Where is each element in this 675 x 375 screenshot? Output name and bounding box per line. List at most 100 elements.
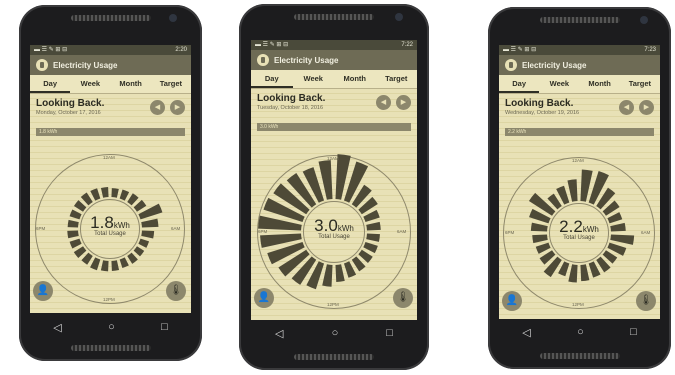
total-usage-label: Total Usage bbox=[563, 235, 595, 241]
total-usage-value: 3.0 bbox=[314, 216, 338, 235]
app-title-bar: Electricity Usage bbox=[30, 55, 191, 75]
phone-1: ▬ ☰ ✎ ⊞ ⊟ 2:20 Electricity Usage Day Wee… bbox=[19, 5, 202, 361]
home-icon[interactable]: ○ bbox=[108, 321, 115, 333]
thermometer-button[interactable]: 🌡 bbox=[393, 288, 413, 308]
label-12am: 12AM bbox=[327, 156, 339, 161]
app-logo-icon bbox=[36, 59, 48, 71]
tab-month[interactable]: Month bbox=[580, 75, 620, 93]
home-icon[interactable]: ○ bbox=[332, 327, 339, 339]
header: Looking Back. Tuesday, October 18, 2016 … bbox=[251, 89, 417, 121]
period-tabs: Day Week Month Target bbox=[499, 75, 660, 94]
status-bar: ▬ ☰ ✎ ⊞ ⊟ 2:20 bbox=[30, 45, 191, 55]
radial-usage-chart: 12AM 6AM 12PM 6PM 2.2kWh Total Usage 👤 🌡 bbox=[499, 151, 660, 317]
notification-icons: ▬ ☰ ✎ ⊞ ⊟ bbox=[255, 42, 289, 48]
back-icon[interactable]: ◁ bbox=[275, 327, 283, 340]
recents-icon[interactable]: □ bbox=[161, 321, 168, 333]
recents-icon[interactable]: □ bbox=[386, 327, 393, 339]
hour-bar-12 bbox=[100, 260, 109, 272]
previous-day-button[interactable]: ◀ bbox=[376, 95, 391, 110]
hour-bar-7 bbox=[138, 238, 150, 248]
label-12pm: 12PM bbox=[572, 302, 584, 307]
label-6pm: 6PM bbox=[36, 226, 46, 231]
tab-target[interactable]: Target bbox=[376, 70, 418, 88]
notification-icons: ▬ ☰ ✎ ⊞ ⊟ bbox=[34, 47, 68, 53]
total-usage-readout: 2.2kWh Total Usage bbox=[549, 217, 609, 241]
thermometer-button[interactable]: 🌡 bbox=[636, 291, 656, 311]
label-12pm: 12PM bbox=[327, 302, 339, 307]
total-usage-label: Total Usage bbox=[318, 234, 350, 240]
label-6pm: 6PM bbox=[505, 230, 515, 235]
label-12am: 12AM bbox=[103, 155, 115, 160]
app-logo-icon bbox=[505, 59, 517, 71]
hour-bar-15 bbox=[73, 246, 87, 258]
hour-bar-10 bbox=[343, 261, 357, 278]
tab-day[interactable]: Day bbox=[499, 75, 540, 93]
label-6am: 6AM bbox=[641, 230, 651, 235]
android-nav-bar: ◁ ○ □ bbox=[499, 321, 660, 343]
hour-bar-6 bbox=[141, 230, 155, 239]
front-camera bbox=[640, 16, 648, 24]
earpiece-speaker bbox=[70, 15, 151, 21]
hour-bar-22 bbox=[90, 188, 101, 201]
profile-button[interactable]: 👤 bbox=[502, 291, 522, 311]
hour-bar-13 bbox=[90, 257, 101, 271]
next-day-button[interactable]: ▶ bbox=[170, 100, 185, 115]
app-title-bar: Electricity Usage bbox=[251, 50, 417, 70]
tab-target[interactable]: Target bbox=[620, 75, 660, 93]
hour-bar-20 bbox=[73, 200, 87, 212]
previous-day-button[interactable]: ◀ bbox=[619, 100, 634, 115]
app-title-bar: Electricity Usage bbox=[499, 55, 660, 75]
hour-bar-18 bbox=[530, 222, 548, 232]
hour-bar-17 bbox=[532, 234, 548, 244]
tab-day[interactable]: Day bbox=[30, 75, 71, 93]
hour-bar-6 bbox=[610, 234, 635, 245]
hour-bar-11 bbox=[111, 260, 120, 271]
next-day-button[interactable]: ▶ bbox=[639, 100, 654, 115]
radial-usage-chart: 12AM 6AM 12PM 6PM 3.0kWh Total Usage 👤 🌡 bbox=[251, 150, 417, 316]
period-tabs: Day Week Month Target bbox=[30, 75, 191, 94]
tab-week[interactable]: Week bbox=[293, 70, 335, 88]
hour-bar-16 bbox=[535, 242, 551, 254]
label-6pm: 6PM bbox=[258, 229, 268, 234]
label-12am: 12AM bbox=[572, 158, 584, 163]
hour-bar-12 bbox=[322, 264, 333, 287]
tab-target[interactable]: Target bbox=[151, 75, 191, 93]
usage-summary-bar: 3.0 kWh bbox=[257, 123, 411, 131]
status-bar: ▬ ☰ ✎ ⊞ ⊟ 7:23 bbox=[499, 45, 660, 55]
total-usage-readout: 1.8kWh Total Usage bbox=[80, 213, 140, 237]
next-day-button[interactable]: ▶ bbox=[396, 95, 411, 110]
previous-day-button[interactable]: ◀ bbox=[150, 100, 165, 115]
hour-bar-14 bbox=[81, 252, 93, 265]
front-camera bbox=[169, 14, 177, 22]
tab-day[interactable]: Day bbox=[251, 70, 293, 88]
profile-button[interactable]: 👤 bbox=[33, 281, 53, 301]
back-icon[interactable]: ◁ bbox=[522, 326, 530, 339]
total-usage-unit: kWh bbox=[337, 224, 354, 233]
app-title: Electricity Usage bbox=[274, 55, 339, 65]
header: Looking Back. Wednesday, October 19, 201… bbox=[499, 94, 660, 126]
tab-month[interactable]: Month bbox=[111, 75, 151, 93]
app-title: Electricity Usage bbox=[53, 60, 118, 70]
status-time: 7:23 bbox=[644, 47, 656, 53]
phone-3: ▬ ☰ ✎ ⊞ ⊟ 7:23 Electricity Usage Day Wee… bbox=[488, 7, 671, 369]
hour-bar-2 bbox=[127, 193, 139, 206]
hour-bar-4 bbox=[607, 212, 623, 224]
hour-bar-12 bbox=[568, 264, 578, 283]
hour-bar-4 bbox=[363, 209, 380, 223]
home-icon[interactable]: ○ bbox=[577, 326, 584, 338]
tab-month[interactable]: Month bbox=[334, 70, 376, 88]
bottom-speaker bbox=[294, 354, 374, 360]
thermometer-button[interactable]: 🌡 bbox=[166, 281, 186, 301]
recents-icon[interactable]: □ bbox=[630, 326, 637, 338]
hour-bar-1 bbox=[119, 189, 130, 201]
tab-week[interactable]: Week bbox=[70, 75, 110, 93]
status-time: 7:22 bbox=[401, 42, 413, 48]
total-usage-unit: kWh bbox=[582, 225, 599, 234]
profile-button[interactable]: 👤 bbox=[254, 288, 274, 308]
hour-bar-5 bbox=[366, 221, 381, 231]
hour-bar-6 bbox=[366, 233, 380, 242]
front-camera bbox=[395, 13, 403, 21]
tab-week[interactable]: Week bbox=[539, 75, 579, 93]
back-icon[interactable]: ◁ bbox=[53, 321, 61, 334]
total-usage-value: 1.8 bbox=[90, 213, 114, 232]
